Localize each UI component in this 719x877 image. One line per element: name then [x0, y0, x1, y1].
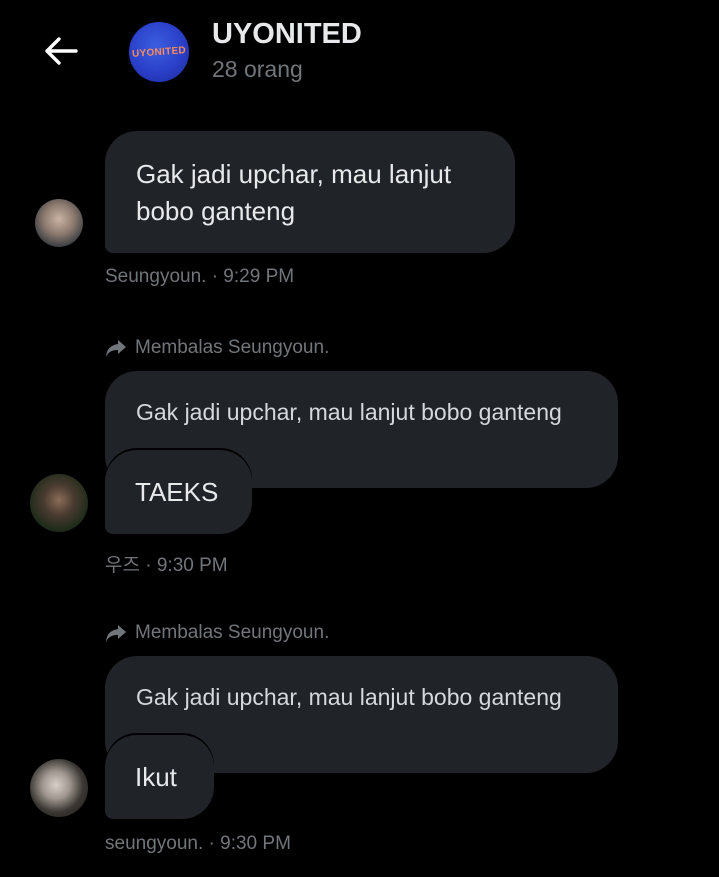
chat-header: UYONITED UYONITED 28 orang: [0, 0, 719, 100]
message-meta: Seungyoun. · 9:29 PM: [105, 266, 295, 287]
reply-indicator: Membalas Seungyoun.: [105, 337, 329, 359]
avatar[interactable]: [35, 199, 83, 247]
message-text: Gak jadi upchar, mau lanjut bobo ganteng: [136, 159, 452, 226]
message-bubble[interactable]: TAEKS: [105, 450, 252, 534]
quoted-text: Gak jadi upchar, mau lanjut bobo ganteng: [136, 399, 562, 425]
back-button[interactable]: [38, 30, 84, 72]
arrow-left-icon: [45, 37, 78, 65]
message-meta: 우즈 · 9:30 PM: [105, 555, 228, 576]
group-logo-text: UYONITED: [131, 44, 187, 60]
member-count: 28 orang: [212, 56, 303, 82]
avatar[interactable]: [30, 759, 88, 817]
message-text: Ikut: [135, 762, 177, 792]
message-text: TAEKS: [135, 477, 219, 507]
reply-icon: [106, 340, 126, 357]
reply-label-text: Membalas Seungyoun.: [135, 337, 330, 358]
reply-label-text: Membalas Seungyoun.: [135, 622, 330, 643]
avatar[interactable]: [30, 474, 88, 532]
quoted-text: Gak jadi upchar, mau lanjut bobo ganteng: [136, 684, 562, 710]
message-bubble[interactable]: Ikut: [105, 735, 214, 819]
group-avatar[interactable]: UYONITED: [129, 22, 189, 82]
reply-icon: [106, 625, 126, 642]
message-meta: seungyoun. · 9:30 PM: [105, 833, 291, 854]
reply-indicator: Membalas Seungyoun.: [105, 622, 329, 644]
group-title[interactable]: UYONITED: [212, 18, 362, 51]
message-bubble[interactable]: Gak jadi upchar, mau lanjut bobo ganteng: [105, 131, 515, 253]
